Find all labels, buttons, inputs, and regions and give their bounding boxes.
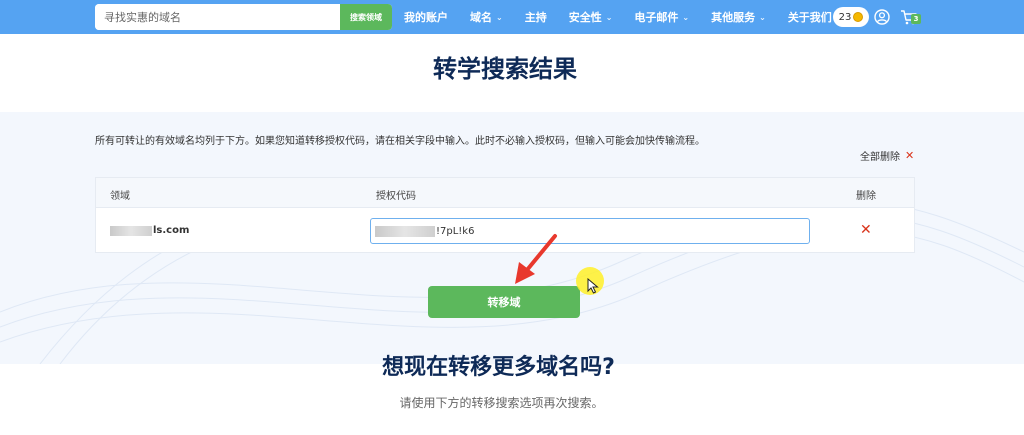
cart-count-badge: 3 xyxy=(911,14,921,24)
coin-icon xyxy=(853,12,864,22)
chevron-down-icon: ⌄ xyxy=(605,12,613,22)
chevron-down-icon: ⌄ xyxy=(496,12,503,22)
nav-label: 域名 xyxy=(470,11,492,24)
close-icon: ✕ xyxy=(905,149,915,162)
nav-label: 我的账户 xyxy=(404,11,448,24)
chevron-down-icon: ⌄ xyxy=(759,12,766,22)
search-domain-button[interactable]: 搜索领域 xyxy=(340,4,392,30)
mouse-pointer-icon xyxy=(587,278,599,294)
page-title: 转学搜索结果 xyxy=(433,55,577,83)
column-header-delete: 删除 xyxy=(856,191,876,202)
remove-all-label: 全部删除 xyxy=(860,152,900,163)
nav-email[interactable]: 电子邮件 ⌄ xyxy=(634,0,689,34)
more-transfers-subtitle: 请使用下方的转移搜索选项再次搜索。 xyxy=(399,396,604,410)
column-header-auth-code: 授权代码 xyxy=(376,191,416,202)
chevron-down-icon: ⌄ xyxy=(682,12,690,22)
credits-badge[interactable]: 23 xyxy=(833,7,869,27)
nav-label: 电子邮件 xyxy=(634,11,679,24)
nav-label: 安全性 xyxy=(568,11,602,24)
nav-security[interactable]: 安全性 ⌄ xyxy=(569,0,613,34)
auth-code-visible-text: !7pL!k6 xyxy=(436,225,475,237)
intro-text: 所有可转让的有效域名均列于下方。如果您知道转移授权代码，请在相关字段中输入。此时… xyxy=(95,136,705,147)
nav-label: 主持 xyxy=(524,11,547,24)
nav-domains[interactable]: 域名 ⌄ xyxy=(470,0,503,34)
redacted-blur xyxy=(375,225,435,237)
nav-label: 其他服务 xyxy=(711,11,756,24)
nav-about-us[interactable]: 关于我们 xyxy=(788,0,832,34)
domain-search-box: 搜索领域 xyxy=(95,4,392,30)
table-header: 领域 授权代码 删除 xyxy=(96,178,914,208)
user-icon[interactable] xyxy=(874,9,890,25)
more-transfers-title: 想现在转移更多域名吗? xyxy=(382,355,615,380)
column-header-domain: 领域 xyxy=(110,191,130,202)
domain-search-input[interactable] xyxy=(95,4,340,30)
nav-my-account[interactable]: 我的账户 xyxy=(404,0,448,34)
nav-label: 关于我们 xyxy=(787,11,832,24)
nav-other-services[interactable]: 其他服务 ⌄ xyxy=(711,0,766,34)
top-navigation-bar: 搜索领域 我的账户 域名⌄ 主持 安全性⌄ 电子邮件⌄ 其他服务⌄ 关于我们 2… xyxy=(0,0,1024,34)
main-nav: 我的账户 域名 ⌄ 主持 安全性 ⌄ 电子邮件 ⌄ 其他服务 ⌄ 关于我们 xyxy=(404,0,854,34)
domain-visible-text: ls.com xyxy=(153,225,190,236)
remove-all-button[interactable]: 全部删除 ✕ xyxy=(860,148,914,163)
domain-name: ls.com xyxy=(110,225,189,236)
annotation-arrow-icon xyxy=(515,234,557,284)
auth-code-input[interactable]: !7pL!k6 xyxy=(370,218,810,244)
delete-row-icon[interactable]: ✕ xyxy=(860,222,872,238)
transfer-domain-button[interactable]: 转移域 xyxy=(428,286,580,318)
redacted-blur xyxy=(110,225,152,236)
nav-hosting[interactable]: 主持 xyxy=(525,0,547,34)
credits-count: 23 xyxy=(838,11,852,23)
